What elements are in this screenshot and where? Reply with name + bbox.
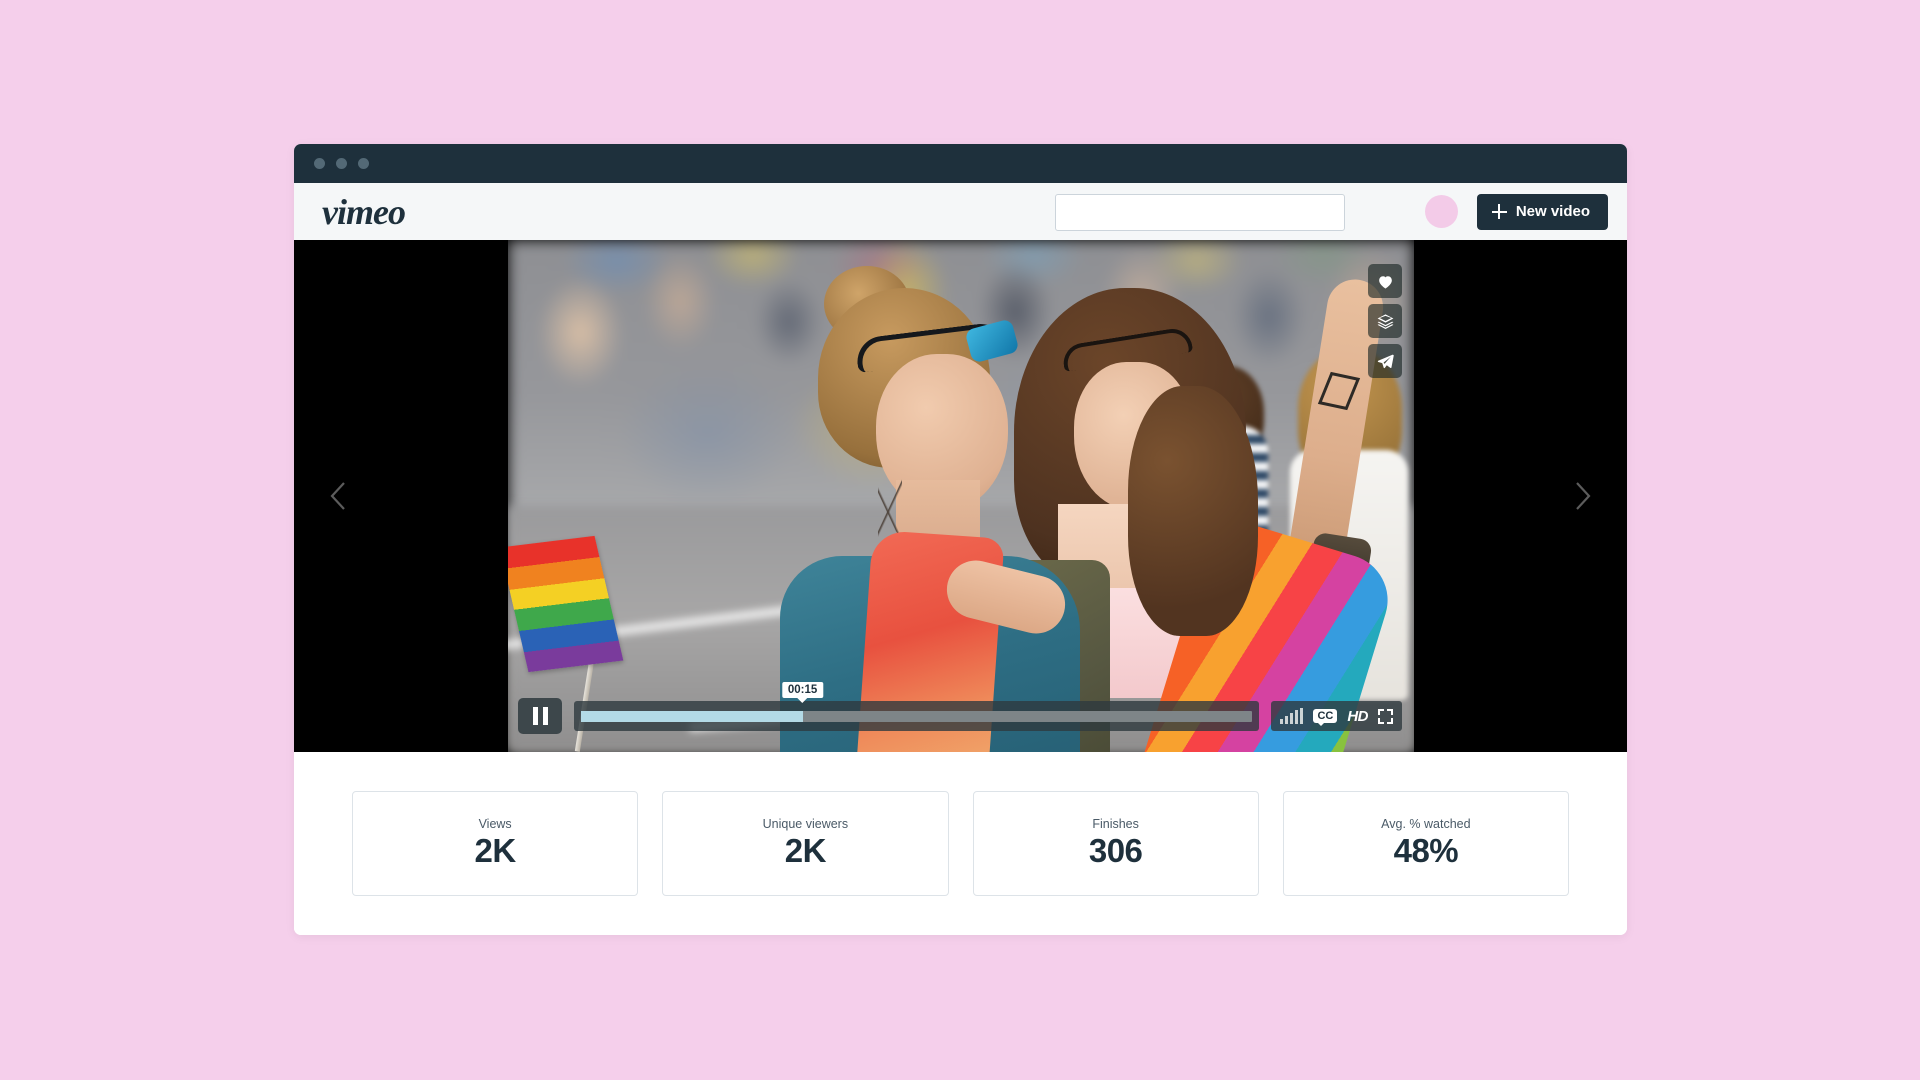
next-video-button[interactable] bbox=[1559, 473, 1605, 519]
minimize-dot[interactable] bbox=[336, 158, 347, 169]
play-pause-button[interactable] bbox=[518, 698, 562, 734]
video-overlay-actions bbox=[1368, 264, 1402, 378]
stat-value: 2K bbox=[474, 832, 517, 870]
layers-icon bbox=[1377, 313, 1393, 329]
heart-icon bbox=[1378, 275, 1392, 289]
cc-button[interactable]: CC bbox=[1313, 708, 1338, 726]
stat-label: Views bbox=[478, 817, 512, 832]
video-frame bbox=[508, 240, 1414, 752]
hd-quality-button[interactable]: HD bbox=[1347, 708, 1368, 725]
stat-value: 48% bbox=[1393, 832, 1459, 870]
stat-label: Unique viewers bbox=[762, 817, 849, 832]
player-controls: 00:15 CC HD bbox=[508, 681, 1414, 736]
stat-card-views: Views 2K bbox=[352, 791, 639, 896]
stats-row: Views 2K Unique viewers 2K Finishes 306 … bbox=[294, 752, 1627, 935]
progress-fill bbox=[581, 710, 803, 722]
watch-later-button[interactable] bbox=[1368, 304, 1402, 338]
stat-card-finishes: Finishes 306 bbox=[972, 791, 1259, 896]
search-box bbox=[1055, 194, 1345, 231]
search-input[interactable] bbox=[1055, 194, 1345, 231]
current-time-tooltip: 00:15 bbox=[781, 681, 824, 698]
maximize-dot[interactable] bbox=[358, 158, 369, 169]
progress-track: 00:15 bbox=[581, 681, 1253, 722]
stat-label: Finishes bbox=[1092, 817, 1139, 832]
stat-card-unique-viewers: Unique viewers 2K bbox=[662, 791, 949, 896]
like-button[interactable] bbox=[1368, 264, 1402, 298]
close-dot[interactable] bbox=[314, 158, 325, 169]
progress-bar[interactable]: 00:15 bbox=[574, 681, 1260, 731]
volume-bars-icon[interactable] bbox=[1280, 708, 1304, 724]
stat-value: 2K bbox=[784, 832, 827, 870]
chevron-right-icon bbox=[1576, 482, 1591, 510]
user-avatar[interactable] bbox=[1424, 195, 1458, 228]
player-right-controls: CC HD bbox=[1271, 701, 1402, 731]
pause-icon-bar-left bbox=[532, 707, 538, 725]
plus-icon bbox=[1491, 204, 1507, 219]
chevron-left-icon bbox=[330, 482, 345, 510]
share-button[interactable] bbox=[1368, 344, 1402, 378]
paper-plane-icon bbox=[1377, 354, 1394, 368]
window-titlebar bbox=[294, 144, 1627, 183]
video-player[interactable]: 00:15 CC HD bbox=[294, 240, 1627, 752]
stat-card-avg-watched: Avg. % watched 48% bbox=[1282, 791, 1569, 896]
stat-value: 306 bbox=[1088, 832, 1143, 870]
pause-icon-bar-right bbox=[542, 707, 548, 725]
vimeo-logo[interactable]: vimeo bbox=[318, 194, 406, 230]
previous-video-button[interactable] bbox=[316, 473, 362, 519]
header-actions: New video bbox=[1424, 183, 1608, 240]
new-video-label: New video bbox=[1515, 203, 1590, 220]
new-video-button[interactable]: New video bbox=[1476, 193, 1608, 230]
fullscreen-icon[interactable] bbox=[1378, 708, 1393, 724]
app-header: vimeo New video bbox=[294, 183, 1627, 240]
stat-label: Avg. % watched bbox=[1381, 817, 1471, 832]
browser-window: vimeo New video 00:15 CC HD Views 2K Uni… bbox=[294, 144, 1627, 935]
video-still-image bbox=[508, 240, 1414, 752]
